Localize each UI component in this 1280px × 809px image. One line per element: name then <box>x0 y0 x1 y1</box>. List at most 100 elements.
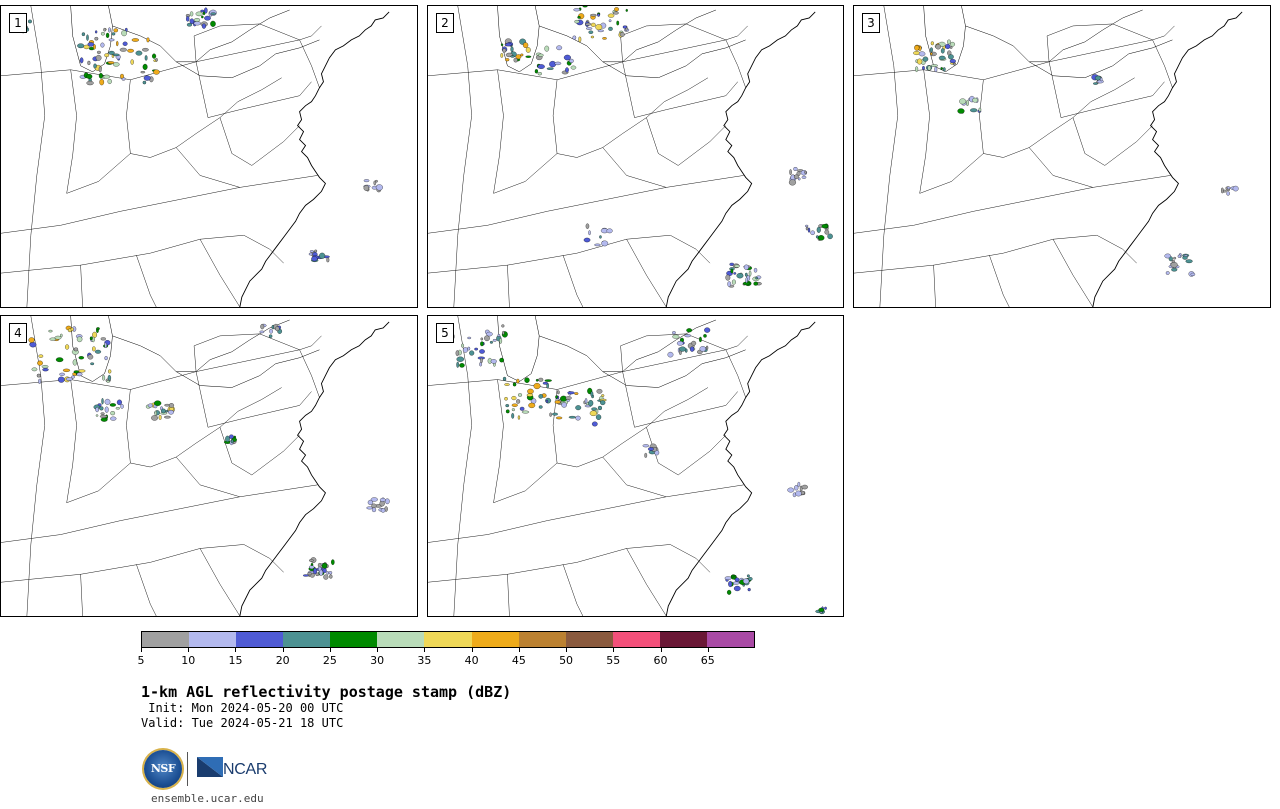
logos: NSF NCAR <box>144 750 284 790</box>
reflectivity-cell <box>104 53 110 58</box>
reflectivity-cell <box>805 226 809 231</box>
state-boundary <box>919 153 984 194</box>
reflectivity-cell <box>616 20 620 26</box>
reflectivity-cell <box>597 13 600 17</box>
reflectivity-cell <box>940 48 945 54</box>
colorbar-tick-label: 40 <box>464 654 479 667</box>
state-boundary <box>1072 117 1153 166</box>
logo-divider <box>187 752 188 786</box>
reflectivity-cell <box>622 25 628 29</box>
reflectivity-cell <box>121 30 127 37</box>
state-boundary <box>428 349 726 390</box>
state-boundary <box>1112 23 1175 41</box>
reflectivity-cell <box>314 249 318 253</box>
ncar-logo: NCAR <box>223 761 268 778</box>
colorbar-tick-label: 55 <box>606 654 621 667</box>
reflectivity-cell <box>119 47 127 52</box>
reflectivity-cell <box>195 11 203 17</box>
state-boundary <box>1152 39 1173 88</box>
reflectivity-cell <box>589 410 598 416</box>
reflectivity-cell <box>549 412 552 417</box>
reflectivity-cell <box>201 23 206 29</box>
reflectivity-cell <box>511 413 515 419</box>
valid-time: Valid: Tue 2024-05-21 18 UTC <box>141 716 344 730</box>
reflectivity-cell <box>326 257 330 263</box>
reflectivity-cell <box>480 337 484 341</box>
reflectivity-cell <box>375 184 383 191</box>
colorbar-segment <box>424 632 472 647</box>
reflectivity-cell <box>966 99 969 107</box>
reflectivity-cell <box>524 377 530 383</box>
reflectivity-cell <box>699 336 702 343</box>
colorbar-segment <box>518 632 566 647</box>
reflectivity-cell <box>142 48 149 52</box>
reflectivity-cell <box>115 407 120 410</box>
reflectivity-cell <box>602 37 607 40</box>
state-boundary <box>562 255 584 307</box>
reflectivity-cell <box>323 574 329 580</box>
reflectivity-cell <box>135 50 143 56</box>
reflectivity-cell <box>1190 272 1196 276</box>
reflectivity-cell <box>577 16 581 19</box>
state-boundary <box>66 462 131 503</box>
reflectivity-cell <box>165 410 168 413</box>
map-1 <box>1 6 390 307</box>
map-2 <box>428 6 833 307</box>
reflectivity-cell <box>36 373 41 378</box>
reflectivity-cell <box>1099 77 1103 82</box>
reflectivity-cell <box>504 42 512 47</box>
state-boundary <box>428 544 711 583</box>
reflectivity-cell <box>108 369 112 374</box>
reflectivity-cell <box>590 22 596 27</box>
state-boundary <box>646 117 727 166</box>
reflectivity-cell <box>520 53 524 57</box>
reflectivity-cell <box>824 229 830 235</box>
reflectivity-cell <box>510 46 514 52</box>
state-boundary <box>453 6 472 307</box>
colorbar-tick <box>707 648 709 652</box>
reflectivity-cell <box>516 399 521 404</box>
reflectivity-cell <box>307 572 312 576</box>
reflectivity-cell <box>107 78 112 84</box>
reflectivity-cell <box>95 54 102 61</box>
reflectivity-cell <box>73 347 79 352</box>
reflectivity-cell <box>154 410 157 417</box>
reflectivity-cell <box>703 334 707 338</box>
reflectivity-cell <box>106 380 110 383</box>
reflectivity-cell <box>1165 271 1170 275</box>
reflectivity-cell <box>801 175 807 179</box>
lake-shoreline <box>602 39 746 79</box>
reflectivity-cell <box>146 37 150 43</box>
reflectivity-cell <box>102 375 106 381</box>
state-boundary <box>622 371 738 428</box>
reflectivity-cell <box>608 19 612 23</box>
reflectivity-cell <box>38 378 42 384</box>
state-boundary <box>1 175 318 234</box>
reflectivity-cell <box>99 414 108 418</box>
reflectivity-cell <box>748 577 753 581</box>
reflectivity-cell <box>591 421 598 427</box>
reflectivity-cell <box>601 394 605 397</box>
reflectivity-cell <box>568 415 576 419</box>
reflectivity-cell <box>743 264 749 270</box>
reflectivity-cell <box>486 331 493 337</box>
colorbar-tick-label: 50 <box>559 654 574 667</box>
reflectivity-cell <box>748 270 752 277</box>
reflectivity-cell <box>186 22 193 27</box>
reflectivity-cell <box>86 34 89 41</box>
reflectivity-cell <box>363 179 370 183</box>
map-5 <box>428 316 827 616</box>
reflectivity-cell <box>456 361 460 368</box>
reflectivity-cell <box>565 67 569 73</box>
reflectivity-cell <box>788 179 796 186</box>
reflectivity-cell <box>131 38 139 42</box>
reflectivity-cell <box>79 57 84 64</box>
reflectivity-cell <box>385 498 390 505</box>
reflectivity-cell <box>824 606 827 610</box>
reflectivity-cell <box>260 323 265 330</box>
reflectivity-cell <box>554 400 561 404</box>
reflectivity-cell <box>98 66 102 73</box>
state-boundary <box>1 39 300 80</box>
colorbar-segment <box>377 632 425 647</box>
reflectivity-cell <box>795 490 802 497</box>
